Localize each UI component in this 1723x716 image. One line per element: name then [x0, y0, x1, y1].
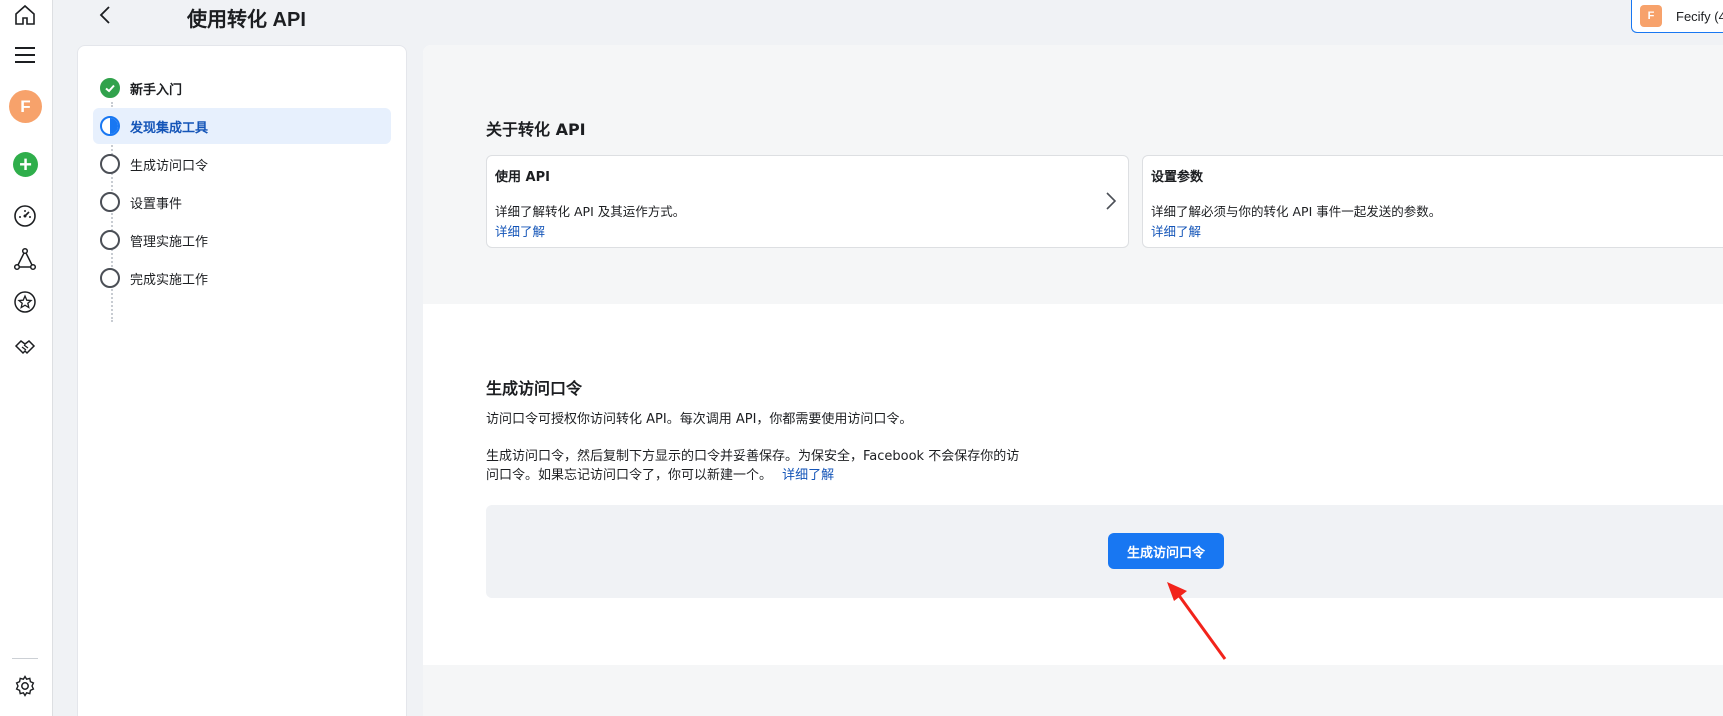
empty-circle-icon	[100, 192, 120, 212]
step-label: 生成访问口令	[130, 158, 209, 174]
token-instructions-text: 问口令。如果忘记访问口令了，你可以新建一个。	[486, 468, 773, 483]
back-icon[interactable]	[94, 2, 118, 28]
step-setup-events[interactable]: 设置事件	[93, 184, 391, 220]
token-instructions-line2: 问口令。如果忘记访问口令了，你可以新建一个。 详细了解	[486, 466, 834, 486]
empty-circle-icon	[100, 154, 120, 174]
add-icon[interactable]: +	[13, 152, 38, 177]
dashboard-icon[interactable]	[12, 203, 38, 229]
card-title: 使用 API	[495, 170, 550, 185]
star-icon[interactable]	[12, 289, 38, 315]
step-getting-started[interactable]: 新手入门	[93, 70, 391, 106]
settings-icon[interactable]	[12, 673, 38, 699]
step-label: 完成实施工作	[130, 272, 209, 288]
empty-circle-icon	[100, 268, 120, 288]
card-use-api[interactable]: 使用 API 详细了解转化 API 及其运作方式。 详细了解	[486, 155, 1129, 248]
step-generate-token[interactable]: 生成访问口令	[93, 146, 391, 182]
step-finish-implementation[interactable]: 完成实施工作	[93, 260, 391, 296]
generate-token-box: 生成访问口令	[486, 505, 1723, 598]
step-label: 新手入门	[130, 82, 183, 98]
card-description: 详细了解转化 API 及其运作方式。	[495, 204, 686, 219]
check-icon	[100, 78, 120, 98]
card-title: 设置参数	[1151, 170, 1204, 185]
step-label: 管理实施工作	[130, 234, 209, 250]
account-name: Fecify (47025544	[1676, 8, 1723, 24]
steps-panel: 新手入门 发现集成工具 生成访问口令 设置事件 管理实施工作 完成实施工作	[77, 45, 407, 716]
card-learn-more-link[interactable]: 详细了解	[1151, 221, 1201, 240]
page-header: 使用转化 API F Fecify (47025544	[54, 0, 1723, 34]
menu-icon[interactable]	[12, 42, 38, 68]
step-manage-implementation[interactable]: 管理实施工作	[93, 222, 391, 258]
page-title: 使用转化 API	[187, 9, 306, 31]
avatar-initial: F	[20, 96, 31, 116]
token-description: 访问口令可授权你访问转化 API。每次调用 API，你都需要使用访问口令。	[486, 412, 913, 427]
card-setup-parameters[interactable]: 设置参数 详细了解必须与你的转化 API 事件一起发送的参数。 详细了解	[1142, 155, 1723, 248]
card-description: 详细了解必须与你的转化 API 事件一起发送的参数。	[1151, 204, 1442, 219]
token-heading: 生成访问口令	[486, 379, 583, 398]
left-rail: F +	[0, 0, 53, 716]
step-label: 发现集成工具	[130, 120, 209, 136]
home-icon[interactable]	[12, 2, 38, 28]
annotation-arrow-icon	[1167, 582, 1227, 660]
account-switcher[interactable]: F Fecify (47025544	[1631, 0, 1723, 33]
step-discover-tools[interactable]: 发现集成工具	[93, 108, 391, 144]
rail-divider	[12, 658, 38, 659]
learn-more-link[interactable]: 详细了解	[782, 468, 834, 483]
network-icon[interactable]	[12, 246, 38, 272]
card-learn-more-link[interactable]: 详细了解	[495, 221, 545, 240]
about-heading: 关于转化 API	[486, 120, 586, 139]
token-instructions-line1: 生成访问口令，然后复制下方显示的口令并妥善保存。为保安全，Facebook 不会…	[486, 449, 1020, 464]
handshake-icon[interactable]	[12, 333, 38, 359]
half-progress-icon	[100, 116, 120, 136]
account-avatar: F	[1640, 5, 1662, 27]
bottom-section	[423, 665, 1723, 716]
avatar[interactable]: F	[9, 90, 42, 123]
chevron-right-icon	[1104, 190, 1118, 216]
empty-circle-icon	[100, 230, 120, 250]
step-label: 设置事件	[130, 196, 183, 212]
generate-token-button[interactable]: 生成访问口令	[1108, 533, 1224, 569]
main-content: 关于转化 API 使用 API 详细了解转化 API 及其运作方式。 详细了解 …	[423, 45, 1723, 716]
